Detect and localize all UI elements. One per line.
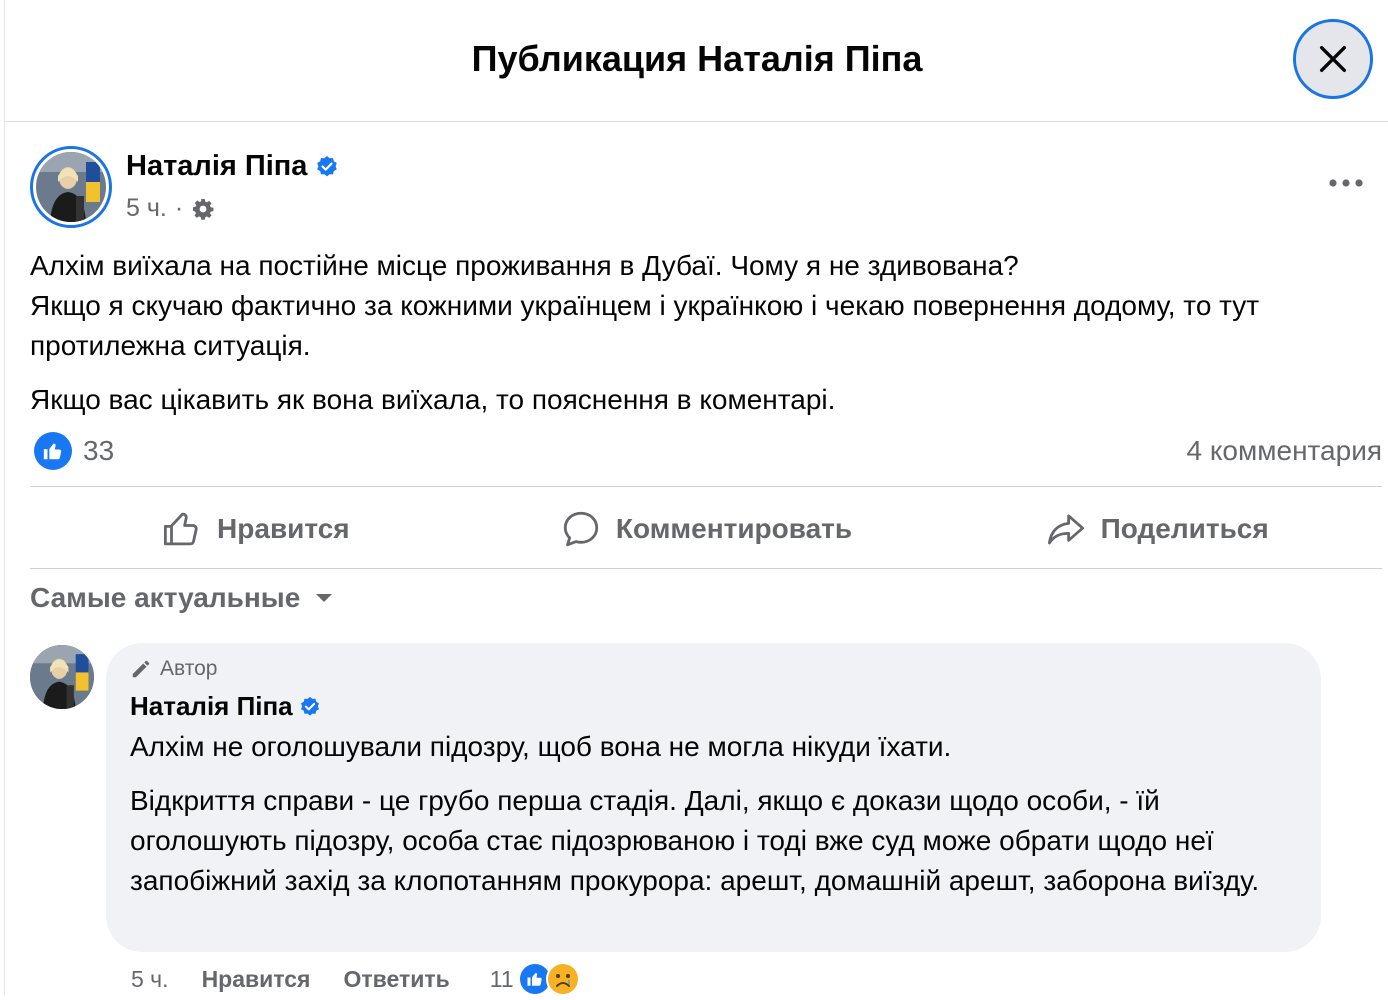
- comment-button[interactable]: Комментировать: [481, 490, 932, 568]
- more-icon: [1329, 179, 1363, 187]
- post-paragraph: Якщо вас цікавить як вона виїхала, то по…: [30, 384, 836, 415]
- pencil-icon: [132, 660, 150, 678]
- comment-label: Комментировать: [615, 513, 853, 544]
- author-badge: Автор: [130, 657, 217, 681]
- post-author-label: Наталія Піпа: [126, 150, 308, 182]
- likes-count[interactable]: 33: [83, 435, 114, 467]
- verified-icon: [300, 696, 319, 716]
- post-modal: Публикация Наталія Піпа Наталія Піпа 5 ч…: [4, 0, 1388, 996]
- comment-avatar[interactable]: [30, 645, 94, 709]
- author-avatar[interactable]: [30, 146, 112, 228]
- comment-paragraph: Відкриття справи - це грубо перша стадія…: [130, 785, 1260, 896]
- comment-text: Алхім не оголошували підозру, щоб вона н…: [130, 727, 1305, 915]
- comment-footer: 5 ч. Нравится Ответить 11: [131, 962, 580, 996]
- share-icon: [1047, 514, 1084, 545]
- gear-icon: [193, 198, 214, 220]
- comment-reply-button[interactable]: Ответить: [343, 966, 449, 993]
- divider: [30, 486, 1382, 487]
- comment-like-button[interactable]: Нравится: [202, 966, 311, 993]
- post-author-name[interactable]: Наталія Піпа: [126, 150, 339, 183]
- share-label: Поделиться: [1100, 513, 1269, 544]
- comment-reactions[interactable]: 11: [490, 962, 580, 996]
- comment-icon: [563, 511, 599, 547]
- like-button[interactable]: Нравится: [30, 490, 481, 568]
- comment-author-label: Наталія Піпа: [130, 691, 293, 721]
- reactions-summary: 33 4 комментария: [30, 430, 1382, 476]
- comment-reactions-count: 11: [489, 965, 514, 992]
- more-options-button[interactable]: [1321, 166, 1371, 200]
- author-badge-label: Автор: [160, 657, 218, 680]
- share-button[interactable]: Поделиться: [931, 490, 1382, 568]
- comment-paragraph: Алхім не оголошували підозру, щоб вона н…: [130, 731, 952, 762]
- post-meta: 5 ч. ·: [126, 194, 215, 223]
- post-paragraph: Алхім виїхала на постійне місце проживан…: [30, 250, 1260, 361]
- caret-down-icon: [316, 594, 333, 602]
- close-icon: [1319, 45, 1347, 73]
- post-actions: Нравится Комментировать Поделиться: [30, 490, 1382, 568]
- modal-title: Публикация Наталія Піпа: [471, 38, 923, 79]
- meta-separator: ·: [174, 194, 184, 222]
- sort-label: Самые актуальные: [30, 582, 301, 613]
- comments-count[interactable]: 4 комментария: [1187, 435, 1382, 467]
- comment-time[interactable]: 5 ч.: [131, 966, 169, 993]
- post-text: Алхім виїхала на постійне місце проживан…: [30, 246, 1370, 434]
- verified-icon: [317, 155, 338, 176]
- close-button[interactable]: [1293, 19, 1373, 99]
- comment-bubble: Автор Наталія Піпа Алхім не оголошували …: [106, 643, 1321, 952]
- modal-header: Публикация Наталія Піпа: [5, 0, 1388, 122]
- comment-author-name[interactable]: Наталія Піпа: [130, 691, 321, 722]
- sad-icon: [545, 962, 580, 996]
- like-label: Нравится: [217, 513, 350, 544]
- post-time[interactable]: 5 ч.: [126, 194, 167, 223]
- like-icon: [164, 512, 198, 546]
- like-reaction-icon[interactable]: [34, 432, 72, 470]
- divider: [30, 568, 1382, 569]
- comment-sort-dropdown[interactable]: Самые актуальные: [30, 582, 334, 614]
